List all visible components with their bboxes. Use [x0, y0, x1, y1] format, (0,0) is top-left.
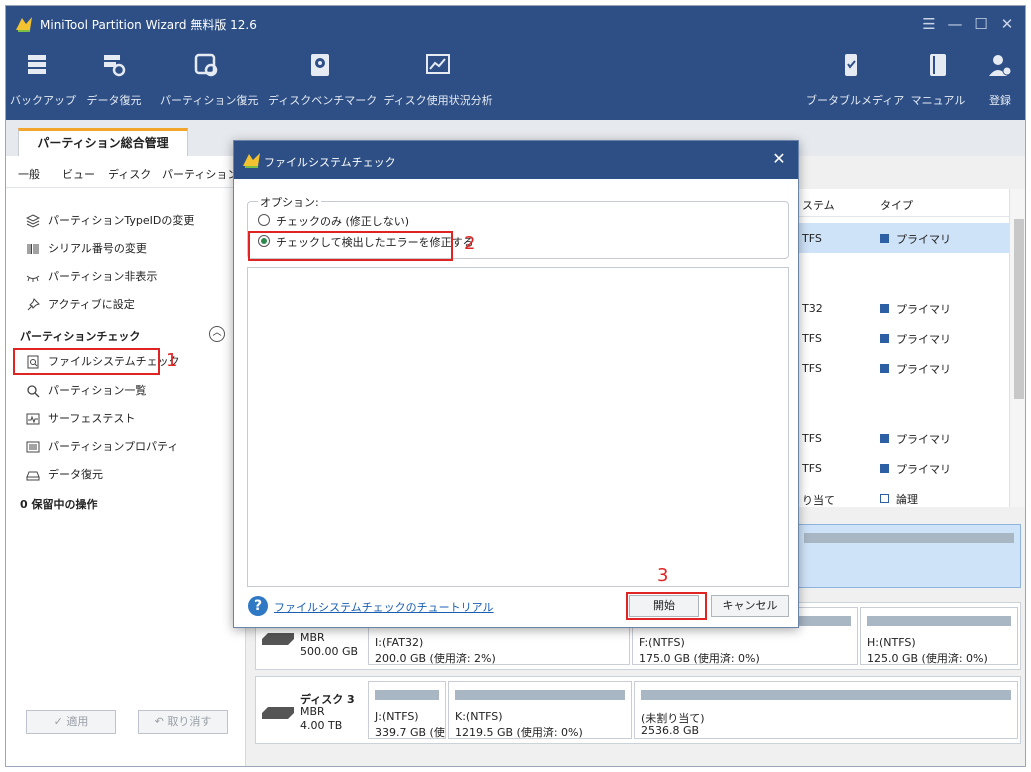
title-bar: MiniTool Partition Wizard 無料版 12.6 ☰ — ☐…: [6, 6, 1025, 120]
menu-general[interactable]: 一般: [18, 166, 40, 182]
scrollbar-thumb[interactable]: [1014, 219, 1024, 399]
app-title: MiniTool Partition Wizard 無料版 12.6: [40, 18, 257, 32]
partition-recovery-icon: [194, 53, 218, 77]
highlight-box-start: [626, 592, 707, 620]
file-system-check-dialog: ファイルシステムチェック ✕ オプション: チェックのみ (修正しない) チェッ…: [233, 140, 799, 628]
menu-bar: 一般 ビュー ディスク パーティション: [6, 156, 245, 188]
highlight-box-file-system-check: [13, 348, 160, 375]
logical-partition-icon: [880, 494, 889, 503]
toolbar-disk-benchmark[interactable]: ディスクベンチマーク: [268, 52, 377, 114]
help-icon[interactable]: ?: [248, 596, 268, 616]
partition-block[interactable]: K:(NTFS) 1219.5 GB (使用済: 0%): [448, 681, 632, 739]
check-result-area: [247, 267, 789, 587]
action-partition-properties[interactable]: パーティションプロパティ: [20, 435, 230, 459]
options-legend: オプション:: [258, 194, 321, 210]
hide-icon: [26, 275, 40, 282]
toolbar-backup[interactable]: バックアップ: [10, 52, 76, 114]
surface-test-icon: [26, 413, 40, 425]
menu-partition[interactable]: パーティション: [162, 166, 238, 182]
action-data-recovery[interactable]: データ復元: [20, 463, 230, 487]
app-logo-icon: [16, 17, 32, 32]
toolbar-space-analyzer[interactable]: ディスク使用状況分析: [380, 52, 496, 114]
primary-partition-icon: [880, 434, 889, 443]
primary-partition-icon: [880, 334, 889, 343]
tutorial-link[interactable]: ファイルシステムチェックのチュートリアル: [274, 599, 494, 615]
primary-partition-icon: [880, 364, 889, 373]
toolbar-manual[interactable]: マニュアル: [910, 52, 966, 114]
disk-benchmark-icon: [311, 54, 329, 76]
bootable-media-icon: [845, 54, 857, 76]
hard-disk-icon: [262, 633, 294, 645]
barcode-icon: [27, 244, 39, 254]
action-change-typeid[interactable]: パーティションTypeIDの変更: [20, 209, 230, 233]
minimize-icon[interactable]: —: [946, 15, 964, 33]
chevron-up-icon[interactable]: ︿: [209, 326, 225, 342]
tab-partition-management[interactable]: パーティション総合管理: [18, 128, 188, 156]
hard-disk-icon: [262, 707, 294, 719]
dialog-title: ファイルシステムチェック: [264, 156, 396, 169]
register-icon: [989, 55, 1012, 76]
apply-button[interactable]: ✓ 適用: [26, 710, 116, 734]
menu-disk[interactable]: ディスク: [108, 166, 151, 182]
radio-check-only[interactable]: [258, 214, 270, 226]
maximize-icon[interactable]: ☐: [972, 15, 990, 33]
pending-operations: 0 保留中の操作: [20, 498, 98, 511]
toolbar-partition-recovery[interactable]: パーティション復元: [160, 52, 258, 114]
primary-partition-icon: [880, 234, 889, 243]
manual-icon: [930, 54, 946, 76]
annotation-3: 3: [657, 565, 669, 586]
section-partition-check: パーティションチェック: [20, 330, 141, 343]
data-recovery-icon: [104, 55, 126, 77]
layers-icon: [26, 214, 40, 228]
highlight-box-check-and-fix: [248, 231, 453, 261]
action-partition-list[interactable]: パーティション一覧: [20, 379, 230, 403]
action-change-serial[interactable]: シリアル番号の変更: [20, 237, 230, 261]
usage-bar: [804, 533, 1014, 543]
app-logo-icon: [243, 153, 260, 168]
primary-partition-icon: [880, 464, 889, 473]
menu-icon[interactable]: ☰: [920, 15, 938, 33]
action-surface-test[interactable]: サーフェステスト: [20, 407, 230, 431]
title-row: MiniTool Partition Wizard 無料版 12.6 ☰ — ☐…: [6, 6, 1025, 42]
undo-button[interactable]: ↶ 取り消す: [138, 710, 228, 734]
primary-partition-icon: [880, 304, 889, 313]
toolbar-bootable-media[interactable]: ブータブルメディア: [806, 52, 904, 114]
action-hide-partition[interactable]: パーティション非表示: [20, 265, 230, 289]
drive-recovery-icon: [26, 471, 40, 481]
action-panel: 一般 ビュー ディスク パーティション パーティションTypeIDの変更 シリア…: [6, 156, 246, 766]
partition-block[interactable]: H:(NTFS) 125.0 GB (使用済: 0%): [860, 607, 1018, 665]
partition-block[interactable]: (未割り当て) 2536.8 GB: [634, 681, 1018, 739]
menu-view[interactable]: ビュー: [62, 166, 95, 182]
cancel-button[interactable]: キャンセル: [711, 595, 789, 617]
pin-icon: [27, 298, 40, 311]
dialog-title-bar: ファイルシステムチェック ✕: [234, 141, 798, 179]
column-file-system: ステム: [802, 199, 835, 212]
partition-block[interactable]: J:(NTFS) 339.7 GB (使月: [368, 681, 446, 739]
disk-row[interactable]: ディスク 3 MBR 4.00 TB J:(NTFS) 339.7 GB (使月…: [255, 676, 1021, 744]
close-icon[interactable]: ✕: [770, 150, 788, 168]
column-type: タイプ: [880, 199, 913, 212]
search-icon: [27, 385, 40, 398]
toolbar: バックアップ データ復元 パーティション復元 ディスクベンチマーク ディスク使用…: [6, 52, 1025, 116]
toolbar-register[interactable]: 登録: [978, 52, 1022, 114]
table-scrollbar[interactable]: [1009, 189, 1025, 507]
action-set-active[interactable]: アクティブに設定: [20, 293, 230, 317]
close-window-icon[interactable]: ✕: [998, 15, 1016, 33]
annotation-1: 1: [166, 350, 178, 371]
annotation-2: 2: [464, 233, 476, 254]
backup-icon: [28, 55, 46, 74]
properties-icon: [26, 441, 40, 453]
toolbar-data-recovery[interactable]: データ復元: [84, 52, 144, 114]
space-analyzer-icon: [426, 54, 450, 74]
